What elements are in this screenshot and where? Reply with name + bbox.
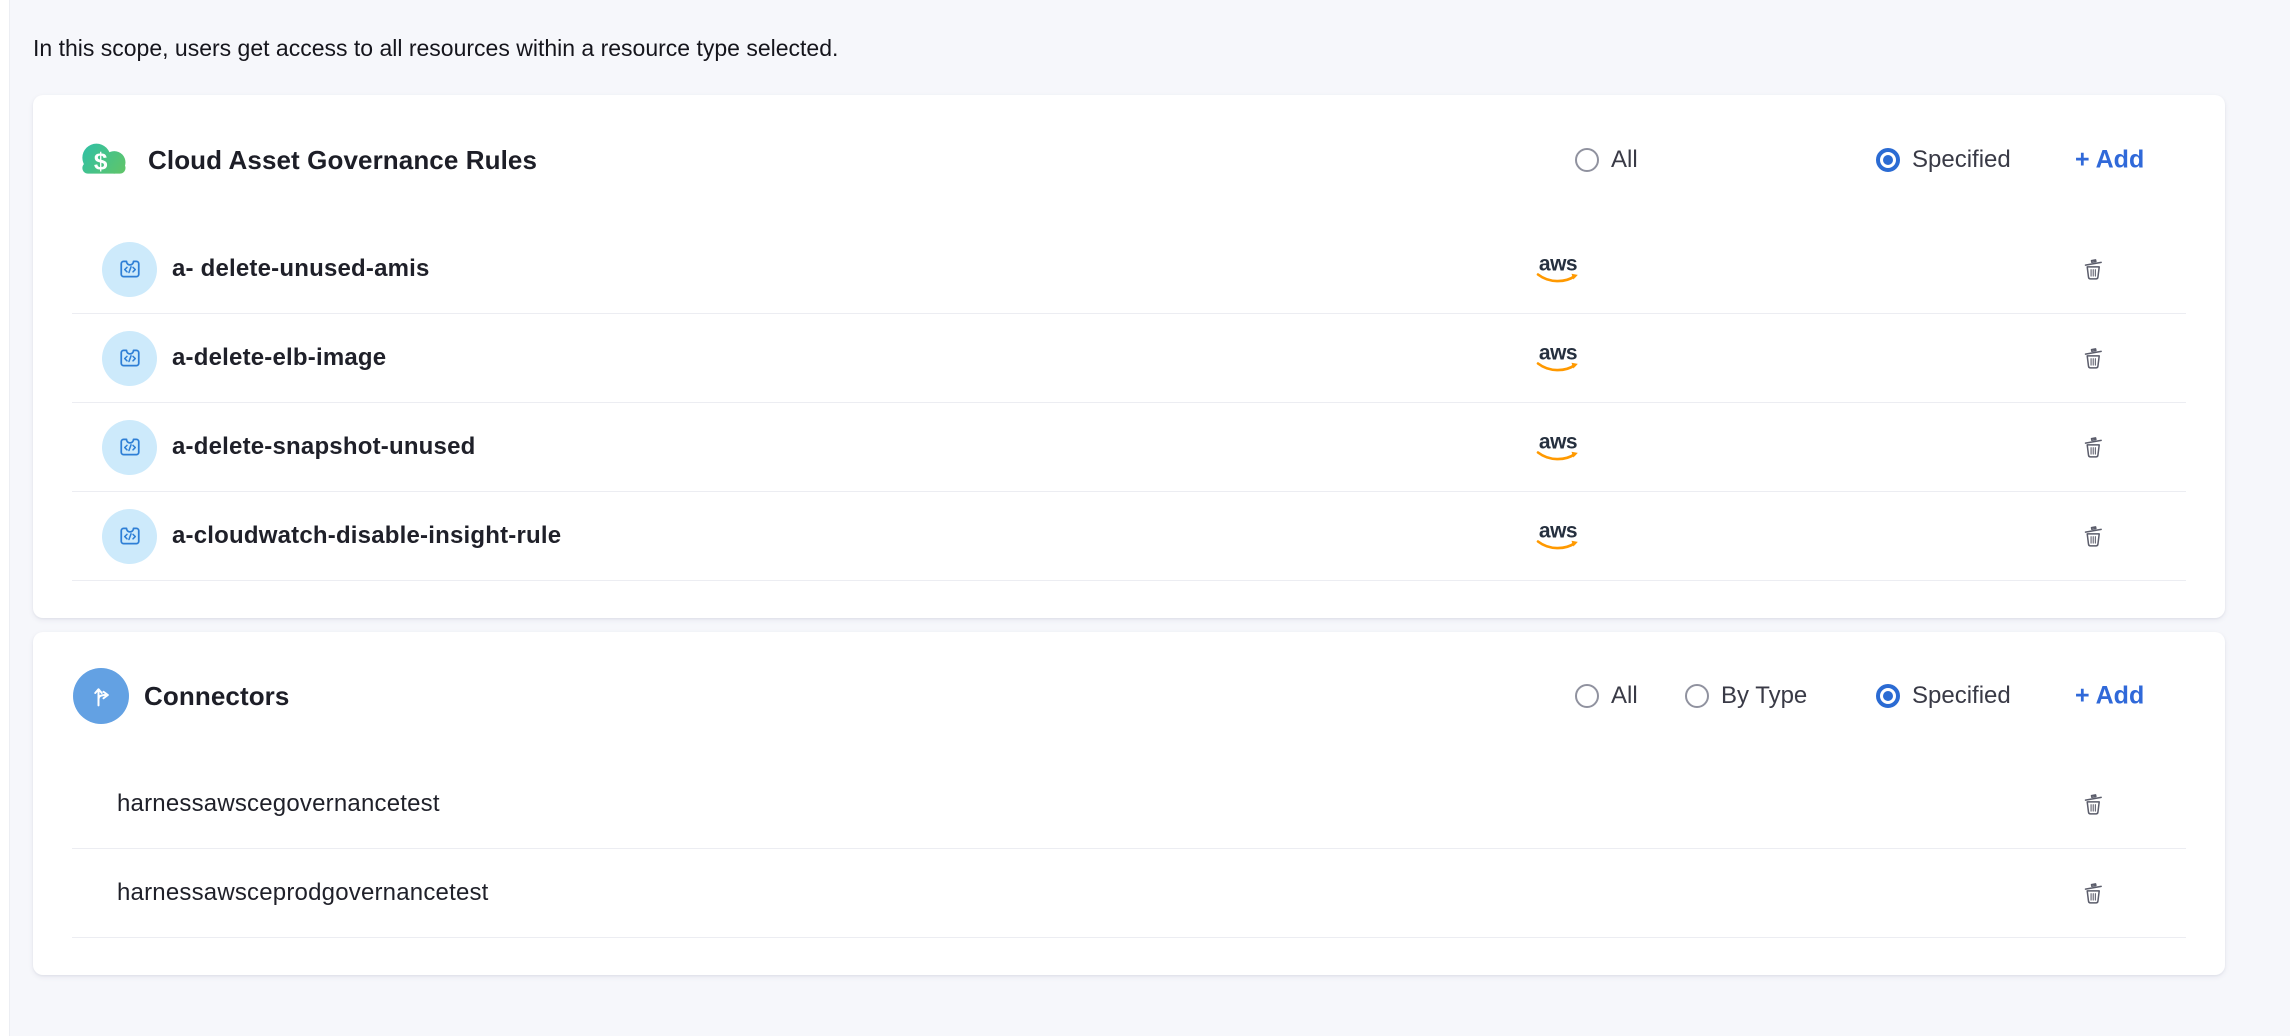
scope-description: In this scope, users get access to all r… (33, 34, 2225, 62)
governance-rule-row: a-delete-snapshot-unused aws (72, 403, 2186, 492)
governance-rule-icon (102, 509, 157, 564)
rule-name: a-delete-snapshot-unused (172, 433, 476, 461)
rule-name: a- delete-unused-amis (172, 255, 430, 283)
delete-rule-button[interactable] (2076, 430, 2110, 464)
aws-logo: aws (1535, 521, 1581, 552)
governance-rule-row: a-delete-elb-image aws (72, 314, 2186, 403)
radio-circle[interactable] (1876, 684, 1900, 708)
left-gutter (0, 0, 10, 1036)
aws-logo: aws (1535, 432, 1581, 463)
aws-logo: aws (1535, 254, 1581, 285)
governance-rules-header: $ Cloud Asset Governance Rules All Speci… (33, 95, 2225, 225)
connectors-radio-specified[interactable]: Specified (1876, 682, 2011, 710)
connector-name: harnessawscegovernancetest (117, 790, 440, 818)
svg-text:$: $ (94, 148, 108, 175)
connector-row: harnessawsceprodgovernancetest (72, 849, 2186, 938)
connectors-title: Connectors (144, 681, 289, 712)
delete-connector-button[interactable] (2076, 876, 2110, 910)
rule-name: a-cloudwatch-disable-insight-rule (172, 522, 561, 550)
radio-circle[interactable] (1575, 148, 1599, 172)
governance-radio-all[interactable]: All (1575, 146, 1638, 174)
delete-rule-button[interactable] (2076, 252, 2110, 286)
governance-rule-icon (102, 331, 157, 386)
delete-rule-button[interactable] (2076, 519, 2110, 553)
connector-row: harnessawscegovernancetest (72, 760, 2186, 849)
governance-rules-title: Cloud Asset Governance Rules (148, 145, 537, 176)
resource-scope-panel: In this scope, users get access to all r… (33, 0, 2225, 975)
connectors-radio-all[interactable]: All (1575, 682, 1638, 710)
governance-rule-row: a- delete-unused-amis aws (72, 225, 2186, 314)
governance-add-button[interactable]: + Add (2075, 146, 2144, 175)
radio-circle[interactable] (1876, 148, 1900, 172)
split-arrows-icon (73, 668, 129, 724)
governance-radio-specified[interactable]: Specified (1876, 146, 2011, 174)
connectors-list: harnessawscegovernancetest harnessawscep… (72, 760, 2186, 938)
connector-name: harnessawsceprodgovernancetest (117, 879, 489, 907)
governance-rule-icon (102, 242, 157, 297)
delete-rule-button[interactable] (2076, 341, 2110, 375)
cloud-dollar-icon: $ (73, 137, 133, 184)
connectors-radio-by-type[interactable]: By Type (1685, 682, 1807, 710)
radio-circle[interactable] (1575, 684, 1599, 708)
connectors-add-button[interactable]: + Add (2075, 682, 2144, 711)
governance-rule-row: a-cloudwatch-disable-insight-rule aws (72, 492, 2186, 581)
delete-connector-button[interactable] (2076, 787, 2110, 821)
aws-logo: aws (1535, 343, 1581, 374)
governance-rule-icon (102, 420, 157, 475)
governance-rules-card: $ Cloud Asset Governance Rules All Speci… (33, 95, 2225, 618)
connectors-card: Connectors All By Type Specified + Add h… (33, 632, 2225, 975)
radio-circle[interactable] (1685, 684, 1709, 708)
rule-name: a-delete-elb-image (172, 344, 386, 372)
governance-rules-list: a- delete-unused-amis aws (72, 225, 2186, 581)
connectors-header: Connectors All By Type Specified + Add (33, 632, 2225, 760)
